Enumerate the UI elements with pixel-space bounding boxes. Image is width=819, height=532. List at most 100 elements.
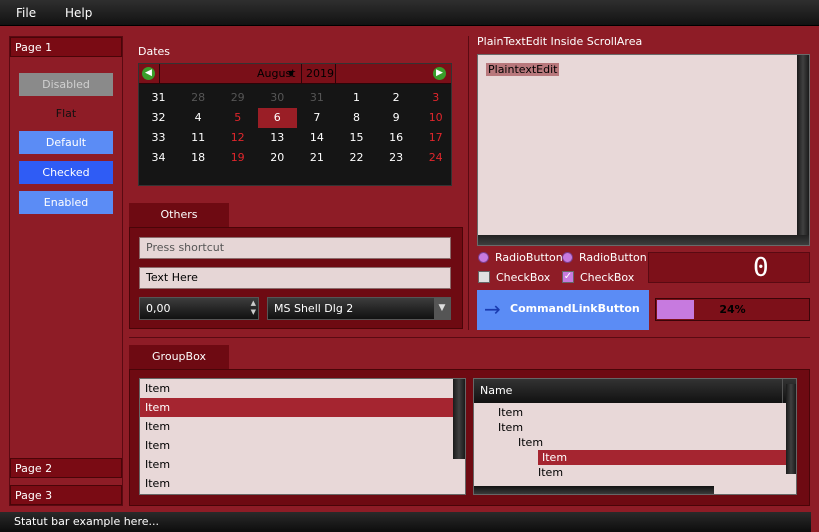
tree-horizontal-scrollbar[interactable] (474, 486, 714, 494)
default-button[interactable]: Default (19, 131, 113, 154)
calendar-day[interactable]: 23 (377, 148, 416, 168)
calendar-day[interactable]: 11 (179, 128, 218, 148)
checked-button[interactable]: Checked (19, 161, 113, 184)
month-button[interactable]: August (257, 64, 301, 83)
tree-item[interactable]: Item (538, 465, 563, 480)
shortcut-input[interactable]: Press shortcut (139, 237, 451, 259)
list-item[interactable]: Item (140, 379, 454, 398)
checkbox-2[interactable]: ✓ (562, 271, 574, 283)
calendar-day[interactable]: 3 (416, 88, 451, 108)
menu-bar: File Help (0, 0, 819, 26)
calendar[interactable]: ◀ August ▼ 2019 ▶ 31 32 33 34 28 29 30 31 1 2 3 4 5 6… (138, 63, 452, 186)
calendar-day[interactable]: 17 (416, 128, 451, 148)
flat-button[interactable]: Flat (19, 102, 113, 125)
command-link-label: CommandLinkButton (510, 302, 640, 315)
list-item[interactable]: Item (140, 398, 454, 417)
status-bar: Statut bar example here... (0, 512, 811, 532)
text-input[interactable]: Text Here (139, 267, 451, 289)
radio-label-1: RadioButton (495, 251, 563, 264)
calendar-week-number: 34 (151, 151, 166, 164)
tab-groupbox[interactable]: GroupBox (129, 345, 229, 369)
calendar-day[interactable]: 14 (297, 128, 336, 148)
calendar-day[interactable]: 13 (258, 128, 297, 148)
calendar-day[interactable]: 18 (179, 148, 218, 168)
progress-label: 24% (719, 303, 746, 316)
checkbox-label-2: CheckBox (580, 271, 635, 284)
calendar-day[interactable]: 22 (337, 148, 376, 168)
list-widget[interactable]: Item Item Item Item Item Item (139, 378, 466, 495)
double-spinbox[interactable]: 0,00 ▲ ▼ (139, 297, 259, 320)
list-scrollbar[interactable] (453, 379, 465, 459)
dates-label: Dates (138, 45, 171, 58)
tree-header-name[interactable]: Name (474, 379, 796, 403)
tree-item[interactable]: Item (518, 435, 543, 450)
calendar-day[interactable]: 30 (258, 88, 297, 108)
horizontal-divider (129, 337, 810, 338)
plaintext-title: PlainTextEdit Inside ScrollArea (477, 35, 643, 48)
tree-item-selected[interactable]: Item (538, 450, 786, 465)
spin-arrows-icon[interactable]: ▲ ▼ (251, 299, 256, 317)
toolbox-page3-header[interactable]: Page 3 (10, 485, 122, 505)
font-value: MS Shell Dlg 2 (274, 302, 354, 315)
tree-widget[interactable]: Name Item Item Item Item Item (473, 378, 797, 495)
tree-item[interactable]: Item (498, 405, 523, 420)
menu-file[interactable]: File (16, 0, 36, 26)
lcd-number: 0 (648, 252, 810, 283)
calendar-week-number: 32 (151, 111, 166, 124)
font-combobox[interactable]: MS Shell Dlg 2 ▼ (267, 297, 451, 320)
calendar-week-number: 33 (151, 131, 166, 144)
calendar-day[interactable]: 28 (179, 88, 218, 108)
calendar-day-selected[interactable]: 6 (257, 108, 297, 128)
list-item[interactable]: Item (140, 455, 454, 474)
tree-item[interactable]: Item (498, 420, 523, 435)
next-month-icon[interactable]: ▶ (433, 67, 446, 80)
calendar-day[interactable]: 29 (218, 88, 257, 108)
disabled-button: Disabled (19, 73, 113, 96)
command-link-button[interactable]: → CommandLinkButton (477, 290, 649, 330)
calendar-day[interactable]: 15 (337, 128, 376, 148)
chevron-down-icon[interactable]: ▼ (434, 298, 450, 319)
horizontal-scrollbar[interactable] (478, 235, 809, 245)
list-item[interactable]: Item (140, 417, 454, 436)
plaintext-content: PlaintextEdit (486, 63, 560, 76)
month-dropdown-icon: ▼ (288, 69, 295, 78)
arrow-right-icon: → (484, 297, 501, 321)
menu-help[interactable]: Help (65, 0, 92, 26)
list-item[interactable]: Item (140, 436, 454, 455)
calendar-day[interactable]: 4 (179, 108, 218, 128)
prev-month-icon[interactable]: ◀ (142, 67, 155, 80)
enabled-button[interactable]: Enabled (19, 191, 113, 214)
toolbox-panel: Page 1 Disabled Flat Default Checked Ena… (9, 36, 123, 506)
calendar-day[interactable]: 10 (416, 108, 451, 128)
radio-button-2[interactable] (562, 252, 573, 263)
calendar-day[interactable]: 2 (377, 88, 416, 108)
tree-header-divider (782, 379, 783, 403)
tab-others[interactable]: Others (129, 203, 229, 227)
tree-scrollbar[interactable] (786, 384, 796, 474)
plaintext-edit[interactable]: PlaintextEdit (477, 54, 810, 246)
spinbox-value: 0,00 (146, 302, 171, 315)
calendar-day[interactable]: 19 (218, 148, 257, 168)
toolbox-page1-header[interactable]: Page 1 (10, 37, 122, 57)
calendar-day[interactable]: 5 (218, 108, 257, 128)
radio-label-2: RadioButton (579, 251, 647, 264)
calendar-day[interactable]: 16 (377, 128, 416, 148)
calendar-day[interactable]: 31 (297, 88, 336, 108)
calendar-day[interactable]: 9 (377, 108, 416, 128)
calendar-day[interactable]: 20 (258, 148, 297, 168)
section-divider (468, 36, 469, 330)
calendar-day[interactable]: 7 (297, 108, 336, 128)
year-button[interactable]: 2019 (306, 64, 334, 83)
vertical-scrollbar[interactable] (797, 55, 809, 245)
calendar-day[interactable]: 1 (337, 88, 376, 108)
calendar-day[interactable]: 8 (337, 108, 376, 128)
calendar-day[interactable]: 12 (218, 128, 257, 148)
calendar-day[interactable]: 21 (297, 148, 336, 168)
checkbox-1[interactable] (478, 271, 490, 283)
toolbox-page2-header[interactable]: Page 2 (10, 458, 122, 478)
lcd-value: 0 (753, 253, 769, 283)
radio-button-1[interactable] (478, 252, 489, 263)
list-item[interactable]: Item (140, 474, 454, 493)
calendar-day[interactable]: 24 (416, 148, 451, 168)
checkbox-label-1: CheckBox (496, 271, 551, 284)
